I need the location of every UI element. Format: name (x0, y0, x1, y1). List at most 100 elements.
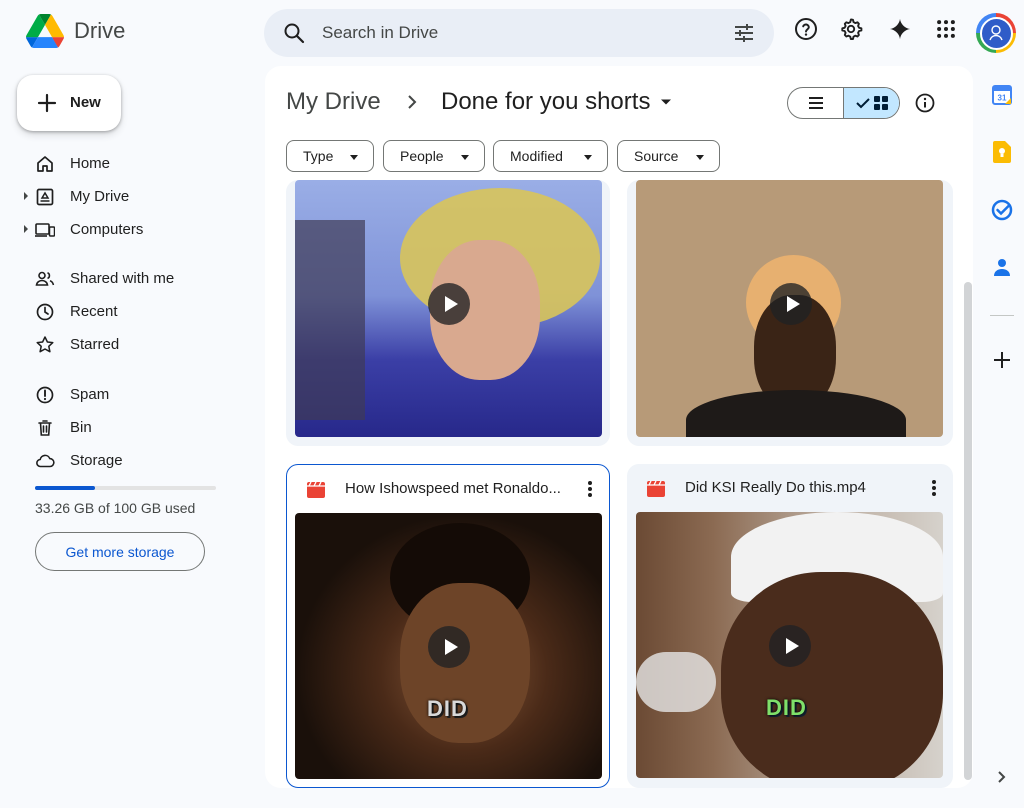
cloud-icon (36, 454, 55, 468)
calendar-app-icon[interactable]: 31 (990, 83, 1014, 107)
storage-usage-bar (35, 486, 216, 490)
play-button-icon[interactable] (428, 626, 470, 668)
main-content: My Drive Done for you shorts Type People… (265, 66, 973, 788)
nav-item-label: Computers (70, 221, 144, 238)
drive-logo-icon (26, 14, 64, 48)
breadcrumb-my-drive[interactable]: My Drive (286, 88, 381, 116)
file-card-selected[interactable]: How Ishowspeed met Ronaldo... DID (286, 464, 610, 788)
filter-people-chip[interactable]: People (383, 140, 485, 172)
dropdown-arrow-icon (696, 155, 704, 160)
storage-usage-fill (35, 486, 96, 490)
video-thumbnail (295, 180, 602, 437)
thumbnail-headphones (636, 652, 716, 712)
thumbnail-face (721, 572, 943, 778)
nav-item-label: Bin (70, 419, 92, 436)
chip-label: Source (634, 148, 679, 164)
list-icon (808, 97, 823, 109)
nav-item-bin[interactable]: Bin (24, 412, 234, 444)
nav-item-shared-with-me[interactable]: Shared with me (24, 263, 234, 295)
more-vert-icon[interactable] (931, 479, 937, 497)
expand-side-panel-chevron-icon[interactable] (990, 765, 1014, 789)
file-name: Did KSI Really Do this.mp4 (685, 479, 866, 496)
dropdown-arrow-icon (350, 155, 358, 160)
file-card[interactable] (627, 180, 953, 446)
settings-gear-icon[interactable] (838, 16, 864, 42)
trash-icon (38, 420, 52, 436)
search-icon[interactable] (282, 21, 306, 45)
computers-icon (35, 223, 55, 237)
new-button[interactable]: New (17, 75, 121, 131)
add-addon-plus-icon[interactable] (990, 348, 1014, 372)
chevron-right-icon (408, 95, 417, 109)
play-button-icon[interactable] (770, 283, 812, 325)
video-thumbnail (636, 180, 943, 437)
apps-grid-icon[interactable] (933, 16, 959, 42)
chip-label: People (400, 148, 444, 164)
chip-label: Modified (510, 148, 563, 164)
account-avatar[interactable] (976, 13, 1016, 53)
nav-item-home[interactable]: Home (24, 148, 234, 180)
thumbnail-shoulders (686, 390, 906, 437)
nav-item-label: Shared with me (70, 270, 175, 287)
dropdown-arrow-icon (661, 99, 672, 105)
nav-item-label: Starred (70, 336, 120, 353)
video-file-icon (647, 481, 665, 497)
avatar-image (979, 16, 1013, 50)
filter-type-chip[interactable]: Type (286, 140, 374, 172)
nav-item-recent[interactable]: Recent (24, 296, 234, 328)
filter-source-chip[interactable]: Source (617, 140, 720, 172)
expand-arrow-icon[interactable] (24, 192, 28, 200)
grid-view-button[interactable] (843, 88, 899, 118)
nav-item-computers[interactable]: Computers (24, 214, 234, 246)
file-card-header: How Ishowspeed met Ronaldo... (287, 465, 609, 513)
clock-icon (36, 303, 54, 321)
list-view-button[interactable] (788, 88, 843, 118)
nav-item-spam[interactable]: Spam (24, 379, 234, 411)
file-card[interactable]: Did KSI Really Do this.mp4 DID (627, 464, 953, 788)
tasks-app-icon[interactable] (990, 198, 1014, 222)
search-options-icon[interactable] (732, 21, 756, 45)
nav-item-label: Recent (70, 303, 118, 320)
nav-item-label: Storage (70, 452, 123, 469)
my-drive-icon (36, 188, 54, 206)
star-icon (36, 336, 54, 353)
more-vert-icon[interactable] (587, 480, 593, 498)
svg-text:31: 31 (998, 94, 1007, 103)
breadcrumb-current-folder[interactable]: Done for you shorts (441, 88, 672, 116)
scrollbar-thumb[interactable] (964, 282, 972, 780)
nav-item-storage[interactable]: Storage (24, 445, 234, 477)
nav-item-starred[interactable]: Starred (24, 329, 234, 361)
keep-app-icon[interactable] (990, 140, 1014, 164)
info-icon[interactable] (914, 92, 936, 114)
file-name: How Ishowspeed met Ronaldo... (345, 480, 561, 497)
expand-arrow-icon[interactable] (24, 225, 28, 233)
nav-item-my-drive[interactable]: My Drive (24, 181, 234, 213)
new-button-label: New (70, 94, 101, 111)
video-caption: DID (766, 695, 807, 720)
spam-icon (36, 386, 54, 404)
dropdown-arrow-icon (461, 155, 469, 160)
view-toggle (787, 87, 900, 119)
app-name: Drive (74, 18, 126, 43)
home-icon (37, 156, 53, 172)
current-folder-name: Done for you shorts (441, 88, 651, 115)
shared-icon (35, 271, 55, 286)
search-input[interactable] (322, 21, 702, 45)
file-card[interactable] (286, 180, 610, 446)
filter-modified-chip[interactable]: Modified (493, 140, 608, 172)
help-icon[interactable] (793, 16, 819, 42)
play-button-icon[interactable] (428, 283, 470, 325)
drive-logo[interactable]: Drive (26, 14, 125, 48)
video-file-icon (307, 482, 325, 498)
checkmark-icon (855, 98, 870, 109)
nav-item-label: Home (70, 155, 111, 172)
nav-item-label: Spam (70, 386, 110, 403)
play-button-icon[interactable] (769, 625, 811, 667)
thumbnail-arm (295, 220, 365, 420)
search-bar[interactable] (264, 9, 774, 57)
gemini-sparkle-icon[interactable] (887, 16, 913, 42)
file-card-header: Did KSI Really Do this.mp4 (627, 464, 953, 512)
contacts-app-icon[interactable] (990, 256, 1014, 280)
video-thumbnail: DID (636, 512, 943, 778)
get-more-storage-button[interactable]: Get more storage (35, 532, 205, 571)
